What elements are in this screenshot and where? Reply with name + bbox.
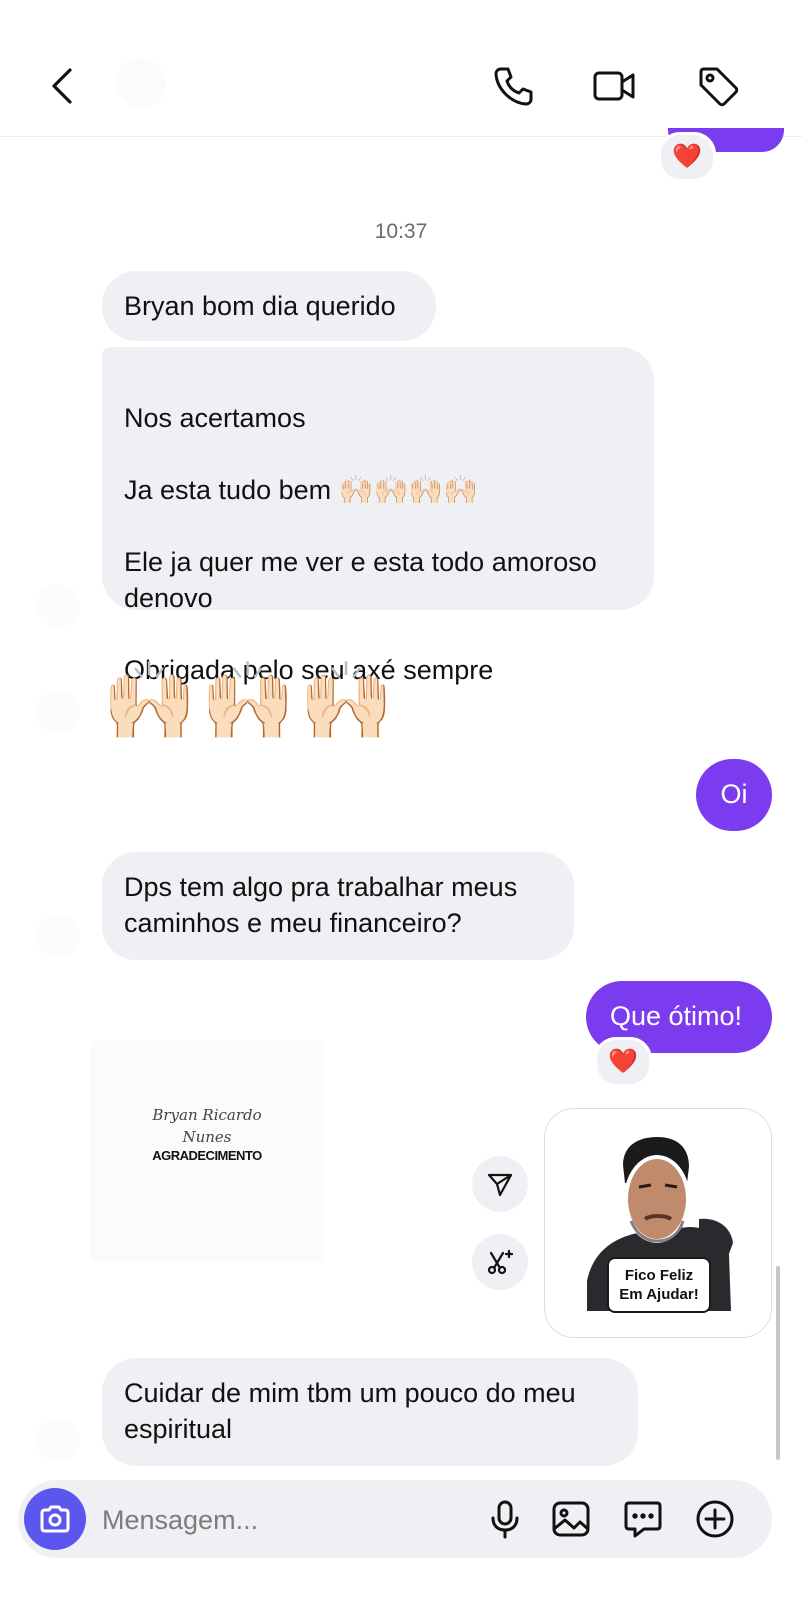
heart-reaction[interactable]: ❤️: [658, 132, 716, 182]
raising-hands-emoji: 🙌🏻🙌🏻🙌🏻🙌🏻: [338, 474, 479, 505]
share-button[interactable]: [472, 1156, 528, 1212]
scrollbar[interactable]: [776, 1266, 780, 1460]
video-camera-icon[interactable]: [586, 58, 642, 114]
camera-button[interactable]: [24, 1488, 86, 1550]
phone-icon[interactable]: [486, 58, 542, 114]
send-icon: [487, 1173, 513, 1197]
message-input[interactable]: [100, 1496, 464, 1544]
signature-line: Bryan Ricardo: [152, 1106, 262, 1124]
message-timestamp: 10:37: [374, 220, 428, 243]
contact-avatar[interactable]: [116, 58, 166, 108]
camera-icon: [40, 1505, 70, 1533]
contact-avatar: [36, 914, 80, 958]
shared-image-card[interactable]: Bryan Ricardo Nunes AGRADECIMENTO: [90, 1040, 324, 1262]
incoming-message[interactable]: Nos acertamos Ja esta tudo bem 🙌🏻🙌🏻🙌🏻🙌🏻 …: [102, 347, 654, 685]
incoming-message[interactable]: Cuidar de mim tbm um pouco do meu espiri…: [102, 1358, 638, 1466]
microphone-icon[interactable]: [482, 1496, 528, 1542]
outgoing-message[interactable]: Oi: [696, 759, 772, 831]
signature-line: Nunes: [182, 1128, 232, 1146]
heart-reaction[interactable]: ❤️: [594, 1037, 652, 1087]
incoming-message[interactable]: Dps tem algo pra trabalhar meus caminhos…: [102, 852, 574, 960]
sticker-caption: Fico Feliz Em Ajudar!: [607, 1257, 711, 1313]
sticker-message[interactable]: Fico Feliz Em Ajudar!: [544, 1108, 772, 1338]
contact-avatar: [36, 690, 80, 734]
contact-avatar: [36, 1418, 80, 1462]
back-chevron-icon[interactable]: [36, 58, 92, 114]
message-line: Ja esta tudo bem: [124, 475, 332, 505]
caption-line: Fico Feliz: [624, 1267, 694, 1284]
scissors-sparkle-icon: [487, 1249, 514, 1275]
chat-header: [0, 0, 802, 137]
tag-icon[interactable]: [690, 58, 746, 114]
incoming-message[interactable]: Bryan bom dia querido: [102, 271, 436, 341]
message-icon[interactable]: [620, 1496, 666, 1542]
card-title: AGRADECIMENTO: [152, 1148, 262, 1163]
image-icon[interactable]: [548, 1496, 594, 1542]
raising-hands-emoji: 🙌🏻: [102, 659, 197, 744]
remix-button[interactable]: [472, 1234, 528, 1290]
raising-hands-emoji: 🙌🏻: [299, 659, 394, 744]
raising-hands-emoji: 🙌🏻: [200, 659, 296, 744]
contact-avatar: [36, 584, 80, 628]
plus-circle-icon[interactable]: [692, 1496, 738, 1542]
caption-line: Em Ajudar!: [619, 1286, 699, 1303]
message-line: Nos acertamos: [124, 403, 306, 433]
emoji-message[interactable]: 🙌🏻 🙌🏻 🙌🏻: [102, 650, 394, 740]
message-composer: [18, 1480, 772, 1558]
